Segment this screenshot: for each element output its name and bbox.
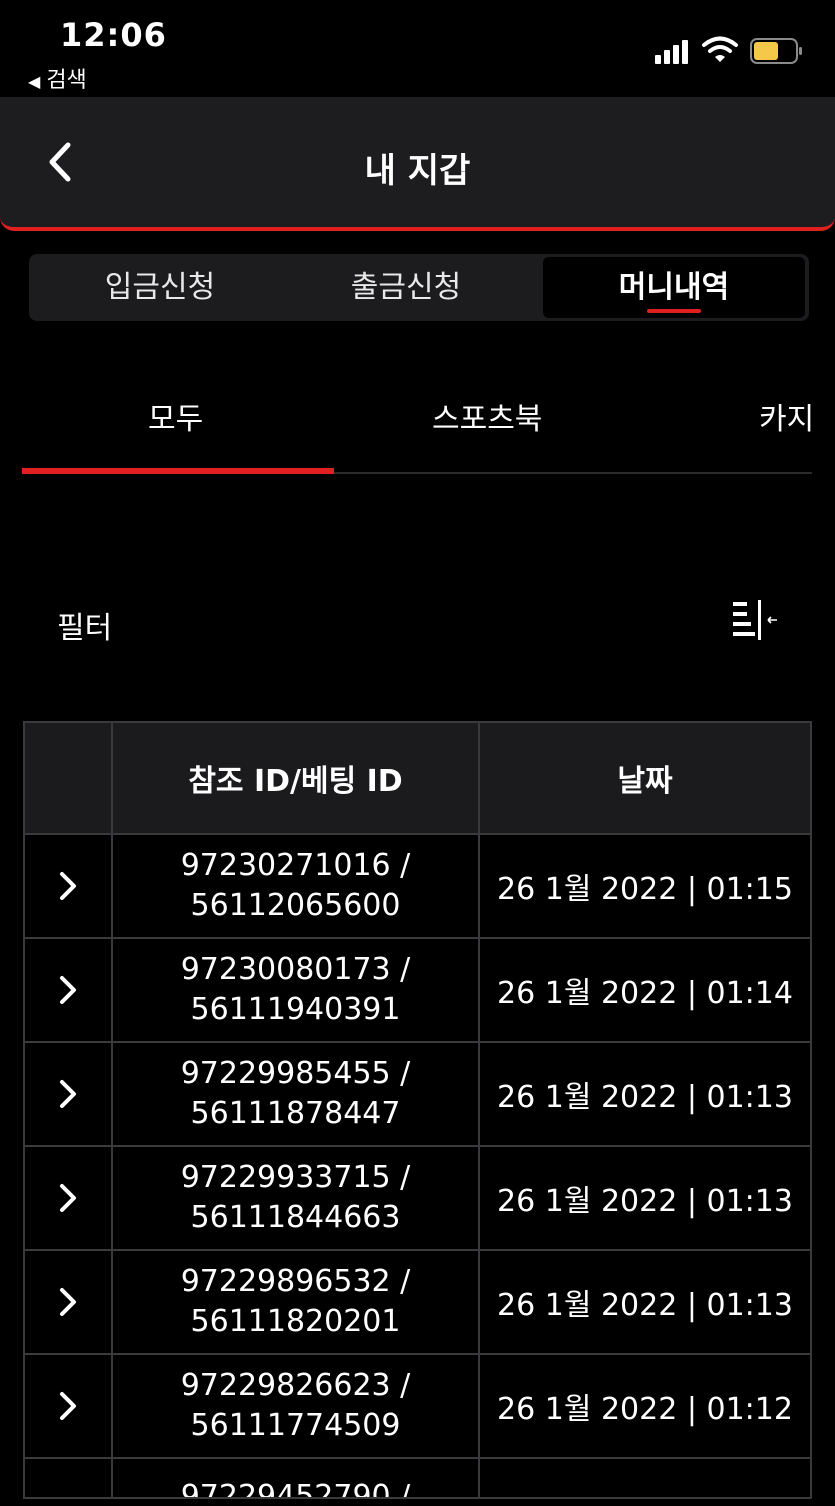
- page-title: 내 지갑: [364, 151, 471, 191]
- bet-id: 56111844663: [190, 1200, 401, 1235]
- ref-id: 97230080173 /: [180, 952, 411, 987]
- status-time: 12:06: [60, 16, 167, 54]
- status-back-label: 검색: [46, 68, 87, 93]
- ref-id: 97230271016 /: [180, 848, 411, 883]
- row-expand-button[interactable]: [25, 1043, 113, 1145]
- battery-icon: [750, 38, 802, 64]
- table-row[interactable]: 97229896532 / 56111820201 26 1월 2022 | 0…: [25, 1251, 810, 1355]
- ref-bet-id: 97230271016 / 56112065600: [113, 835, 480, 937]
- status-bar: 12:06 ◀ 검색: [0, 0, 835, 97]
- bet-id: 56112065600: [190, 888, 401, 923]
- row-date: 26 1월 2022 | 01:13: [497, 1080, 793, 1115]
- tab-all[interactable]: 모두: [148, 394, 203, 438]
- back-triangle-icon: ◀: [28, 72, 41, 91]
- segment-money-history[interactable]: 머니내역: [543, 257, 805, 318]
- tab-active-indicator: [22, 468, 334, 474]
- segment-money-history-label: 머니내역: [618, 270, 730, 305]
- header-expand-col: [25, 723, 113, 833]
- category-tabs: 모두 스포츠북 카지: [22, 370, 835, 476]
- wallet-segment-control: 입금신청 출금신청 머니내역: [29, 254, 809, 321]
- header-ref-id: 참조 ID/베팅 ID: [113, 723, 480, 833]
- ref-bet-id: 97229933715 / 56111844663: [113, 1147, 480, 1249]
- chevron-right-icon: [60, 976, 76, 1004]
- ref-id: 97229452790 /: [180, 1479, 411, 1499]
- ref-bet-id: 97229452790 /: [113, 1459, 480, 1497]
- ref-id: 97229933715 /: [180, 1160, 411, 1195]
- row-expand-button[interactable]: [25, 939, 113, 1041]
- row-date: 26 1월 2022 | 01:13: [497, 1288, 793, 1323]
- row-date: 26 1월 2022 | 01:14: [497, 976, 793, 1011]
- wifi-icon: [702, 36, 738, 62]
- row-date: 26 1월 2022 | 01:12: [497, 1392, 793, 1427]
- bet-id: 56111940391: [190, 992, 401, 1027]
- segment-deposit[interactable]: 입금신청: [29, 257, 291, 318]
- ref-id: 97229896532 /: [180, 1264, 411, 1299]
- transaction-table: 참조 ID/베팅 ID 날짜 97230271016 / 56112065600…: [23, 721, 812, 1499]
- row-expand-button[interactable]: [25, 1355, 113, 1457]
- row-date: 26 1월 2022 | 01:13: [497, 1184, 793, 1219]
- ref-id: 97229826623 /: [180, 1368, 411, 1403]
- chevron-right-icon: [60, 1080, 76, 1108]
- filter-label[interactable]: 필터: [57, 603, 112, 647]
- ref-bet-id: 97229896532 / 56111820201: [113, 1251, 480, 1353]
- row-date: [480, 1459, 810, 1497]
- cellular-signal-icon: [655, 38, 691, 64]
- header-date: 날짜: [617, 764, 673, 799]
- table-row[interactable]: 97229933715 / 56111844663 26 1월 2022 | 0…: [25, 1147, 810, 1251]
- ref-bet-id: 97229826623 / 56111774509: [113, 1355, 480, 1457]
- table-row[interactable]: 97230080173 / 56111940391 26 1월 2022 | 0…: [25, 939, 810, 1043]
- table-row[interactable]: 97229985455 / 56111878447 26 1월 2022 | 0…: [25, 1043, 810, 1147]
- bet-id: 56111878447: [190, 1096, 401, 1131]
- segment-withdraw[interactable]: 출금신청: [275, 257, 537, 318]
- filter-sort-icon[interactable]: [730, 598, 778, 642]
- chevron-right-icon: [60, 1184, 76, 1212]
- table-row[interactable]: 97229452790 /: [25, 1459, 810, 1499]
- row-date: 26 1월 2022 | 01:15: [497, 872, 793, 907]
- row-expand-button[interactable]: [25, 835, 113, 937]
- chevron-right-icon: [60, 1392, 76, 1420]
- row-expand-button[interactable]: [25, 1251, 113, 1353]
- chevron-right-icon: [60, 1288, 76, 1316]
- table-row[interactable]: 97230271016 / 56112065600 26 1월 2022 | 0…: [25, 835, 810, 939]
- tab-casino[interactable]: 카지: [759, 394, 814, 438]
- ref-bet-id: 97229985455 / 56111878447: [113, 1043, 480, 1145]
- chevron-right-icon: [60, 872, 76, 900]
- ref-id: 97229985455 /: [180, 1056, 411, 1091]
- tab-sportsbook[interactable]: 스포츠북: [432, 394, 542, 438]
- ref-bet-id: 97230080173 / 56111940391: [113, 939, 480, 1041]
- app-header: 내 지갑: [0, 97, 835, 231]
- table-header: 참조 ID/베팅 ID 날짜: [25, 723, 810, 835]
- status-back-link[interactable]: ◀ 검색: [28, 62, 87, 94]
- segment-active-indicator: [647, 309, 701, 313]
- row-expand-button[interactable]: [25, 1147, 113, 1249]
- row-expand-button[interactable]: [25, 1459, 113, 1497]
- bet-id: 56111820201: [190, 1304, 401, 1339]
- table-row[interactable]: 97229826623 / 56111774509 26 1월 2022 | 0…: [25, 1355, 810, 1459]
- bet-id: 56111774509: [190, 1408, 401, 1443]
